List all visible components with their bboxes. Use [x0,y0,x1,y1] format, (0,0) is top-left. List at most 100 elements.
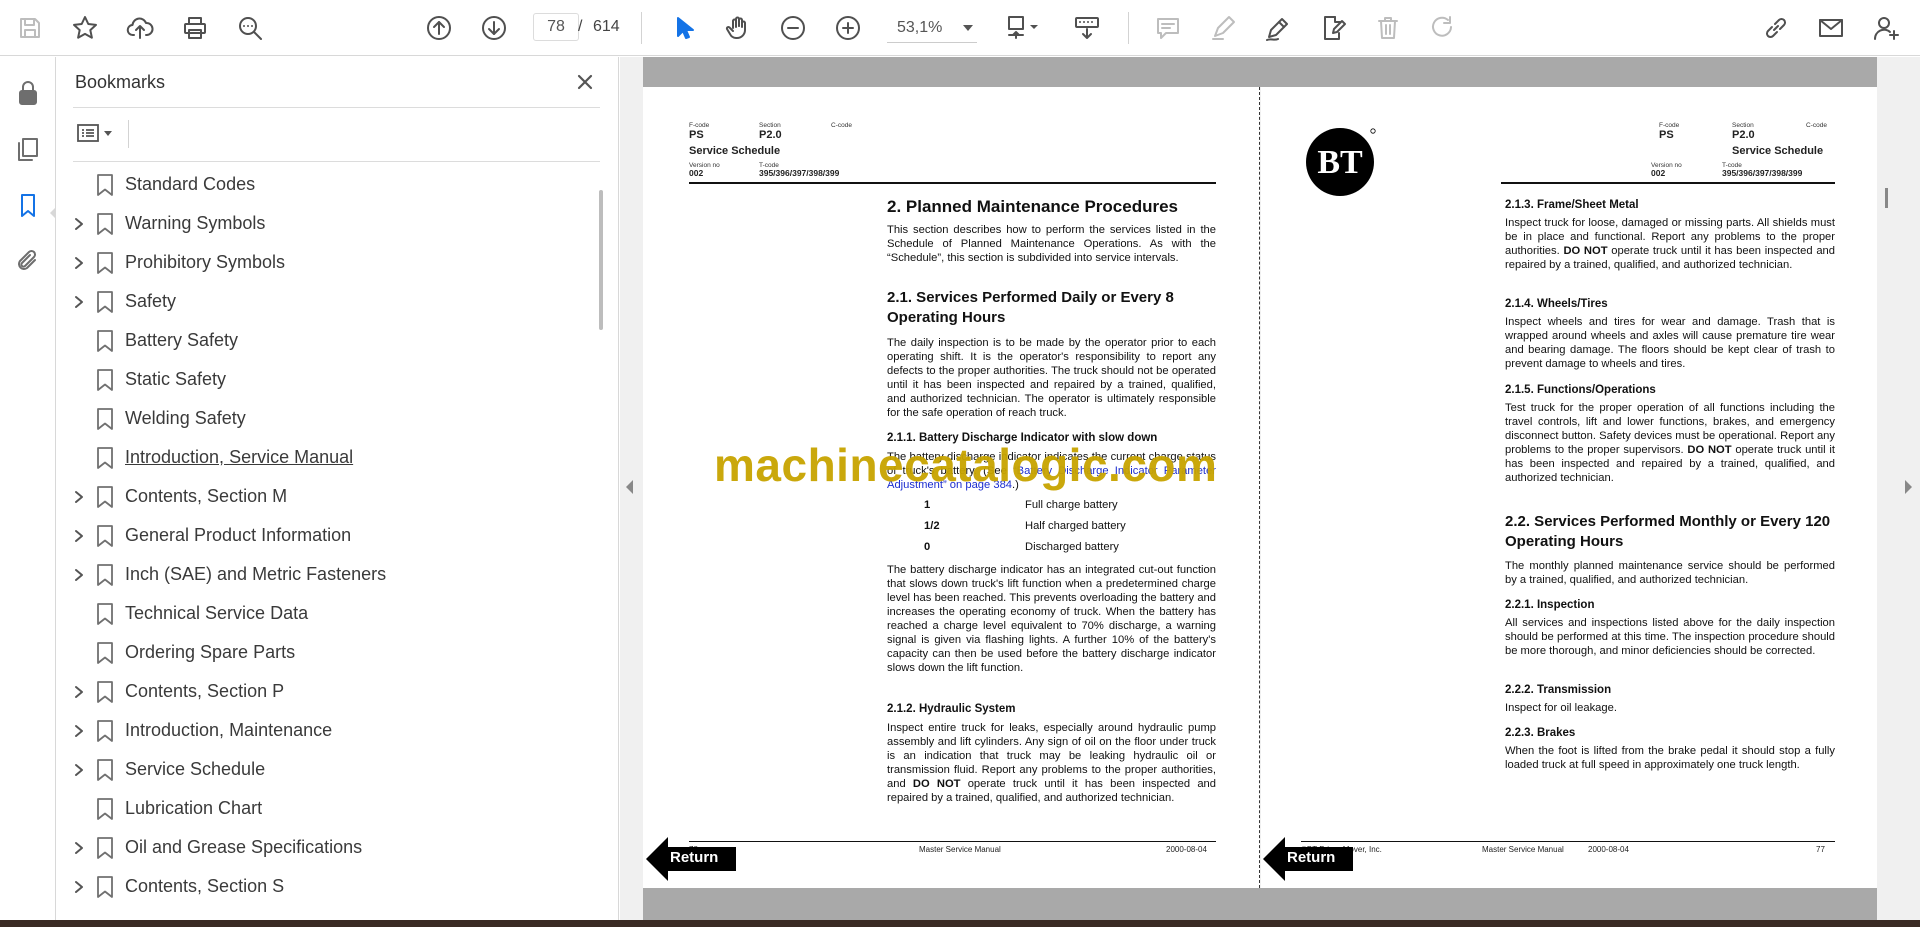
zoom-out-icon[interactable] [775,10,811,46]
bookmark-item[interactable]: Oil and Grease Specifications [56,828,596,867]
bookmark-icon [96,329,114,353]
bookmark-icon [96,290,114,314]
previous-page-icon[interactable] [421,10,457,46]
chevron-right-icon[interactable] [71,840,87,856]
zoom-in-icon[interactable] [830,10,866,46]
bookmark-item[interactable]: Standard Codes [56,165,596,204]
paragraph-2-2: The monthly planned maintenance service … [1505,560,1835,586]
scroll-mode-icon[interactable] [1069,10,1105,46]
bookmark-item[interactable]: Technical Service Data [56,594,596,633]
chevron-right-icon[interactable] [71,489,87,505]
heading-2-1-5: 2.1.5. Functions/Operations [1505,384,1656,396]
bookmark-item[interactable]: Prohibitory Symbols [56,243,596,282]
bookmark-label: Introduction, Service Manual [125,447,354,467]
bookmark-item[interactable]: Introduction, Maintenance [56,711,596,750]
bookmark-label: Technical Service Data [125,603,309,623]
bookmark-icon [96,797,114,821]
bookmark-label: Contents, Section P [125,681,285,701]
chevron-right-icon[interactable] [71,528,87,544]
heading-planned-maintenance: 2. Planned Maintenance Procedures [887,197,1178,216]
bookmark-item[interactable]: Contents, Section M [56,477,596,516]
draw-pen-icon[interactable] [1260,10,1296,46]
bookmark-item[interactable]: Lubrication Chart [56,789,596,828]
add-user-icon[interactable] [1868,10,1904,46]
header-tcode: T-code 395/396/397/398/399 [1722,162,1803,179]
select-cursor-icon[interactable] [665,10,701,46]
star-icon[interactable] [67,10,103,46]
bookmark-label: Prohibitory Symbols [125,252,286,272]
bookmark-item[interactable]: Static Safety [56,360,596,399]
lock-icon[interactable] [10,75,46,111]
bookmark-item[interactable]: Inch (SAE) and Metric Fasteners [56,555,596,594]
bookmark-icon [96,212,114,236]
header-fcode: F-code PS [689,122,710,142]
return-button[interactable]: Return [646,837,736,881]
zoom-select[interactable]: 53,1% [887,13,977,43]
header-title: Service Schedule [1732,145,1824,157]
edit-document-icon[interactable] [1315,10,1351,46]
bookmark-item[interactable]: Safety [56,282,596,321]
save-icon[interactable] [12,10,48,46]
attachment-icon[interactable] [10,243,46,279]
collapse-left-arrow-icon[interactable] [626,480,633,494]
bookmark-item[interactable]: Introduction, Service Manual [56,438,596,477]
bookmark-label: Lubrication Chart [125,798,263,818]
bookmark-panel-icon[interactable] [10,187,46,223]
bookmark-icon [96,485,114,509]
bookmark-icon [96,875,114,899]
heading-2-1-4: 2.1.4. Wheels/Tires [1505,298,1608,310]
chevron-right-icon[interactable] [71,879,87,895]
chevron-down-icon [104,130,112,136]
bookmark-label: Service Schedule [125,759,266,779]
redo-icon[interactable] [1425,10,1461,46]
bookmark-label: Oil and Grease Specifications [125,837,363,857]
next-page-icon[interactable] [476,10,512,46]
return-label: Return [670,849,719,866]
bookmark-label: Welding Safety [125,408,246,428]
chevron-right-icon[interactable] [71,216,87,232]
page-thumbnails-icon[interactable] [10,131,46,167]
bookmark-options-button[interactable] [76,120,122,146]
header-rule [689,182,1216,184]
zoom-search-icon[interactable] [232,10,268,46]
return-button[interactable]: Return [1263,837,1353,881]
bookmark-label: Introduction, Maintenance [125,720,333,740]
bookmark-label: Safety [125,291,177,311]
fit-page-icon[interactable] [1000,10,1048,46]
bookmark-item[interactable]: Welding Safety [56,399,596,438]
chevron-right-icon[interactable] [71,684,87,700]
document-scrollbar[interactable] [1885,188,1888,208]
bookmark-item[interactable]: General Product Information [56,516,596,555]
highlighter-icon[interactable] [1205,10,1241,46]
comment-icon[interactable] [1150,10,1186,46]
bookmarks-scrollbar[interactable] [599,190,603,330]
chevron-right-icon[interactable] [71,294,87,310]
footer-title: Master Service Manual [919,845,1001,854]
bookmark-item[interactable]: Contents, Section S [56,867,596,906]
heading-2-1: 2.1. Services Performed Daily or Every 8… [887,289,1174,326]
watermark-text: machinecatalogic.com [714,439,1218,491]
bookmark-icon [96,251,114,275]
print-icon[interactable] [177,10,213,46]
page-number-input[interactable] [533,13,579,41]
toolbar-divider [1128,12,1129,44]
chevron-right-icon[interactable] [71,762,87,778]
email-icon[interactable] [1813,10,1849,46]
bookmark-item[interactable]: Service Schedule [56,750,596,789]
collapse-right-arrow-icon[interactable] [1905,480,1912,494]
upload-cloud-icon[interactable] [122,10,158,46]
bookmark-item[interactable]: Ordering Spare Parts [56,633,596,672]
delete-icon[interactable] [1370,10,1406,46]
bookmark-item[interactable]: Contents, Section P [56,672,596,711]
chevron-right-icon[interactable] [71,567,87,583]
chevron-right-icon[interactable] [71,723,87,739]
header-ccode: C-code [1806,122,1827,129]
chevron-right-icon[interactable] [71,255,87,271]
hand-tool-icon[interactable] [720,10,756,46]
bookmark-item[interactable]: Battery Safety [56,321,596,360]
heading-2-1-3: 2.1.3. Frame/Sheet Metal [1505,199,1639,211]
share-link-icon[interactable] [1758,10,1794,46]
bookmark-item[interactable]: Warning Symbols [56,204,596,243]
close-icon[interactable] [572,69,598,95]
paragraph-2-2-2: Inspect for oil leakage. [1505,702,1617,714]
